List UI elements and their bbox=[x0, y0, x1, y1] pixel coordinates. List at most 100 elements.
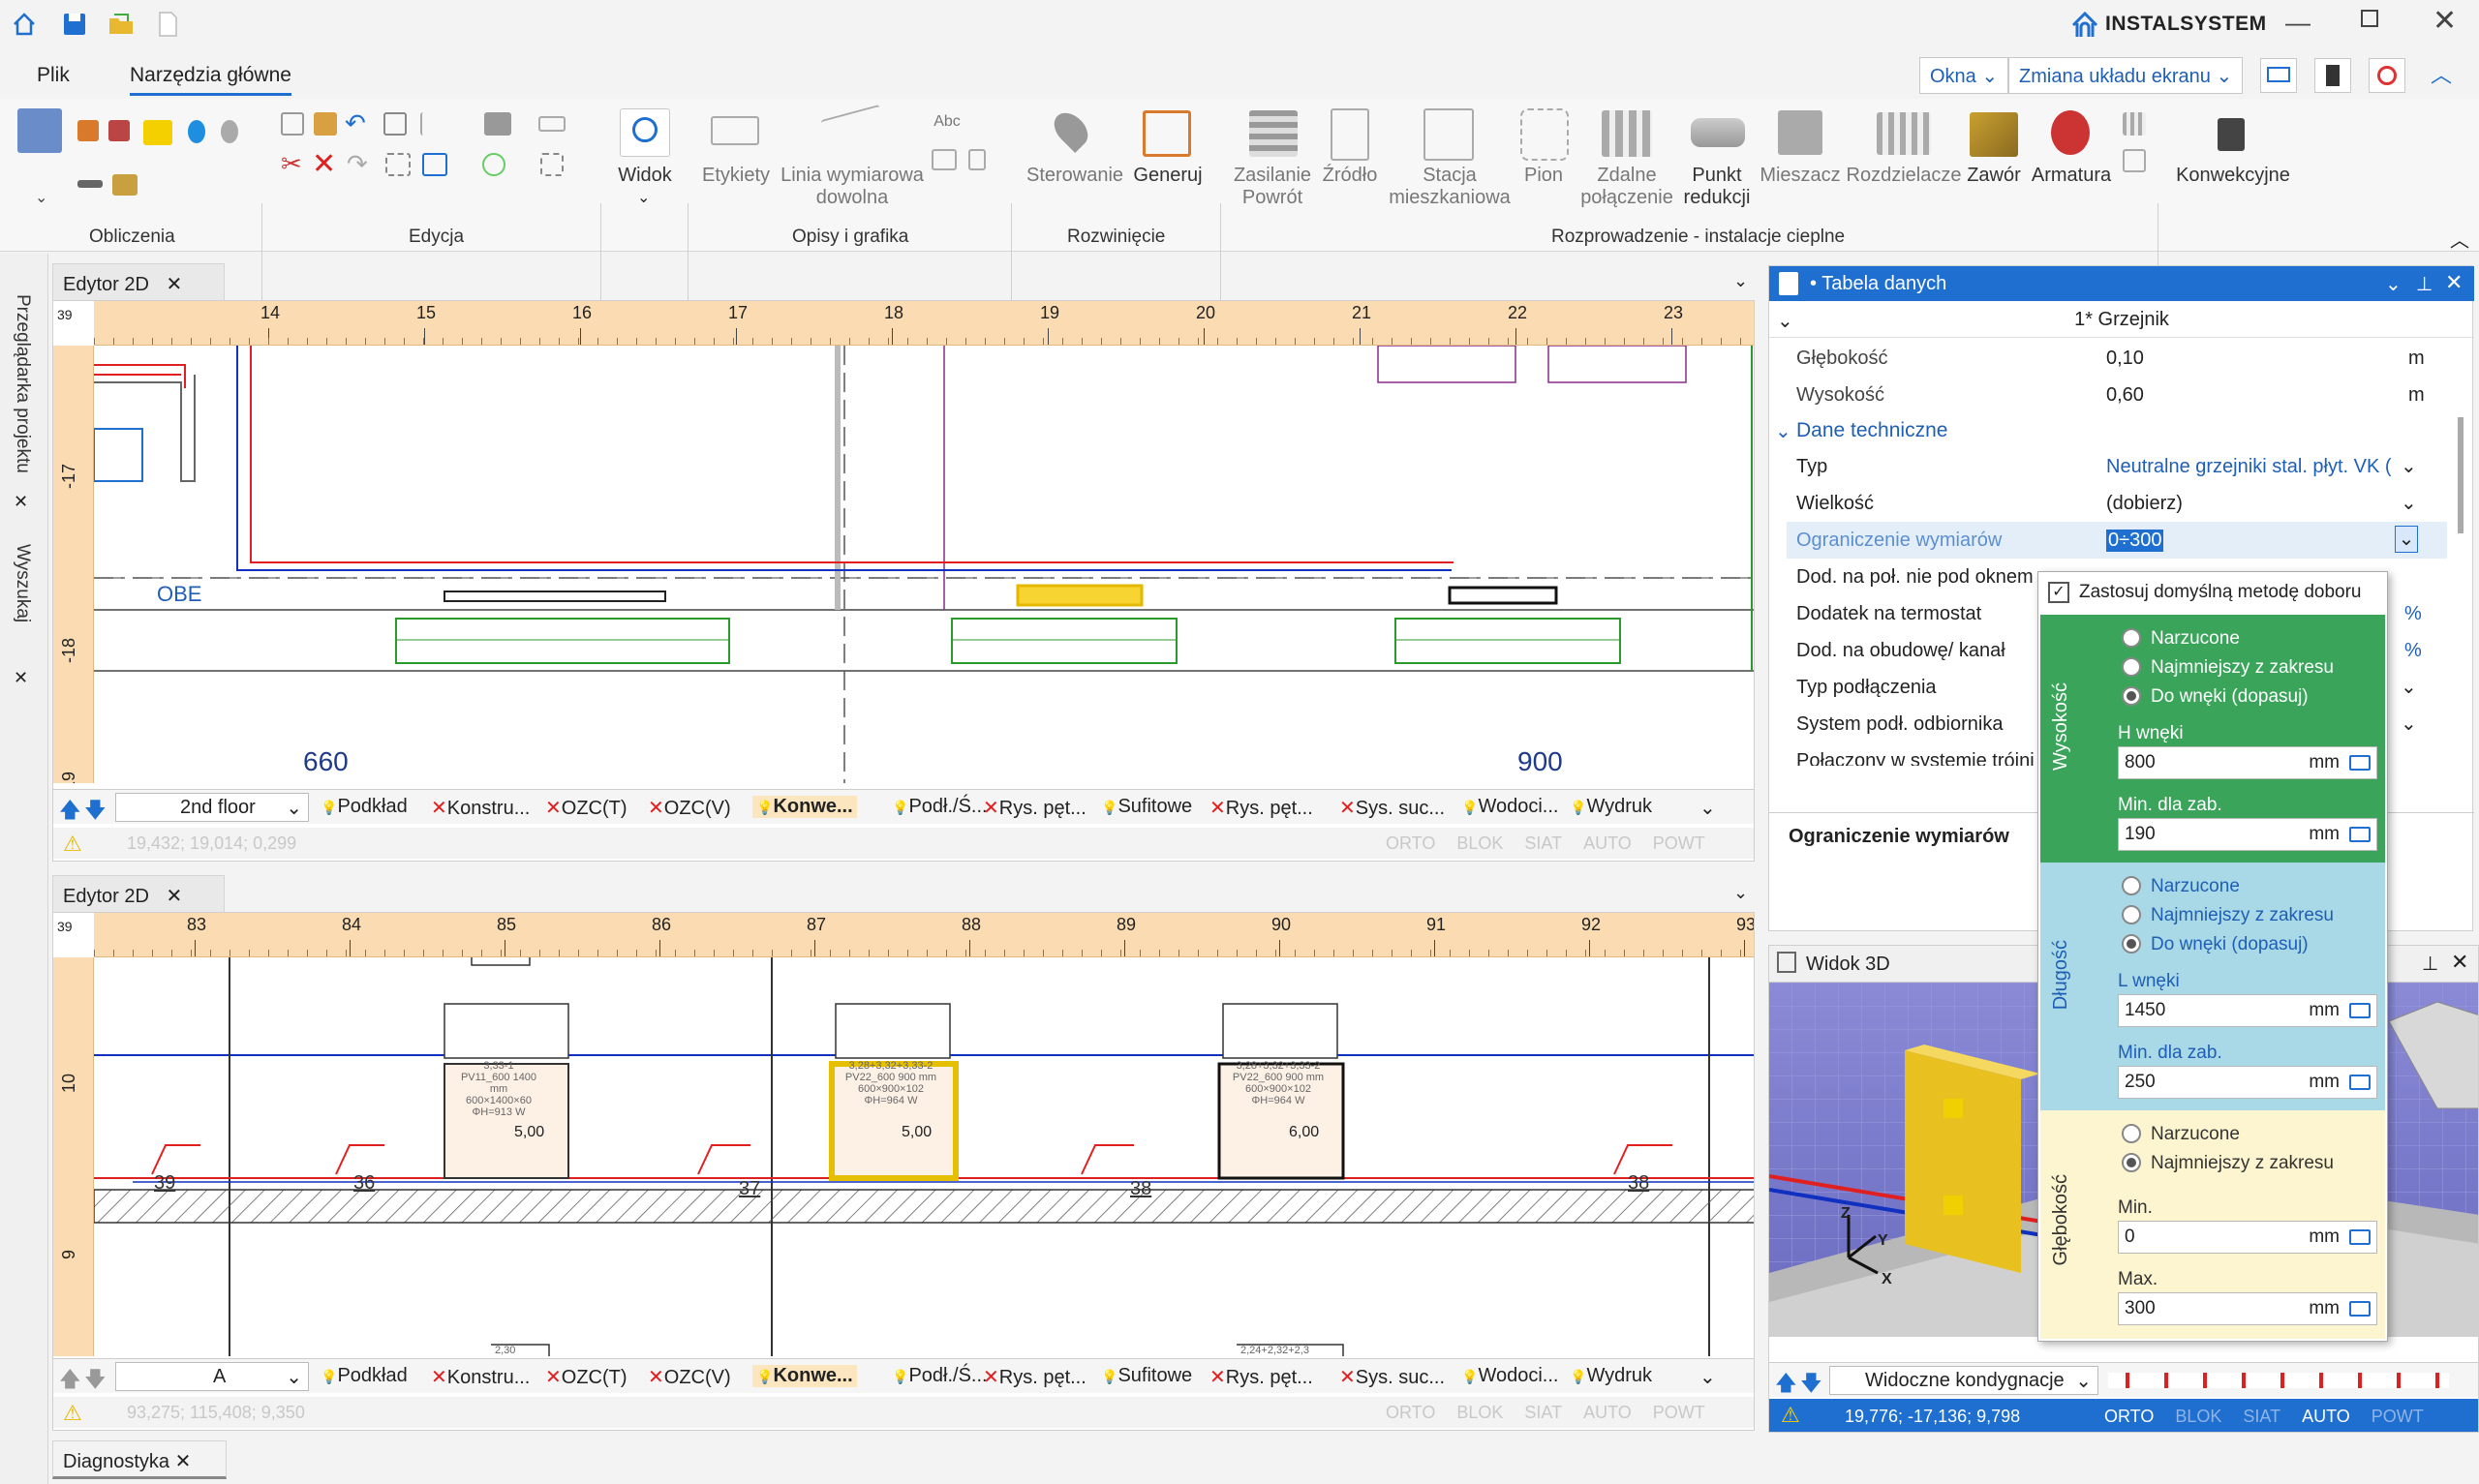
editor1-close-icon[interactable]: ✕ bbox=[167, 274, 183, 295]
house-icon[interactable] bbox=[108, 120, 130, 141]
stamp-icon[interactable] bbox=[484, 112, 511, 136]
convector-icon[interactable] bbox=[2218, 118, 2245, 151]
keyboard-icon[interactable] bbox=[2349, 1075, 2371, 1090]
monitor-icon[interactable] bbox=[2260, 58, 2297, 93]
mixer-icon[interactable] bbox=[1778, 110, 1822, 155]
home-icon[interactable] bbox=[10, 10, 39, 39]
floor-select[interactable]: A ⌄ bbox=[115, 1362, 309, 1391]
keyboard-icon[interactable] bbox=[2349, 1229, 2371, 1245]
layer-toggle[interactable]: ✕OZC(V) bbox=[648, 796, 731, 820]
layer-toggle[interactable]: 💡Podkład bbox=[321, 796, 408, 818]
length-opt-smallest[interactable]: Najmniejszy z zakresu bbox=[2122, 905, 2334, 926]
control-button[interactable]: Sterowanie bbox=[1026, 165, 1123, 187]
section-toggle-icon[interactable]: ⌄ bbox=[1775, 419, 1791, 443]
page-icon[interactable] bbox=[968, 149, 986, 170]
layer-toggle[interactable]: 💡Wodoci... bbox=[1461, 796, 1558, 818]
editor2-drawing[interactable] bbox=[94, 957, 1755, 1356]
generate-icon[interactable] bbox=[1143, 110, 1191, 157]
diagnostics-tab[interactable]: Diagnostyka ✕ bbox=[52, 1440, 227, 1479]
editor2-menu-icon[interactable]: ⌄ bbox=[1733, 883, 1748, 903]
panel-icon[interactable] bbox=[2314, 58, 2351, 93]
layer-toggle[interactable]: ✕Sys. suc... bbox=[1339, 1365, 1445, 1389]
length-opt-niche[interactable]: Do wnęki (dopasuj) bbox=[2122, 934, 2309, 955]
paste-icon[interactable] bbox=[314, 112, 337, 136]
toolbox-icon[interactable] bbox=[112, 174, 138, 196]
view3d-layer-strip[interactable] bbox=[2108, 1373, 2449, 1388]
menu-file[interactable]: Plik bbox=[37, 64, 70, 87]
status-flag[interactable]: BLOK bbox=[2175, 1407, 2221, 1426]
fittings-button[interactable]: Armatura bbox=[2030, 165, 2113, 187]
layer-toggle[interactable]: 💡Podł./Ś... bbox=[892, 796, 988, 818]
layer-toggle[interactable]: ✕OZC(T) bbox=[545, 796, 627, 820]
limits-dropdown-button[interactable]: ⌄ bbox=[2395, 526, 2418, 553]
size-dropdown-icon[interactable]: ⌄ bbox=[2401, 491, 2417, 515]
status-flag[interactable]: AUTO bbox=[2302, 1407, 2350, 1426]
labels-icon[interactable] bbox=[711, 116, 759, 145]
editor1-menu-icon[interactable]: ⌄ bbox=[1733, 271, 1748, 291]
height-niche-input[interactable]: 800 mm bbox=[2118, 746, 2377, 779]
undo-icon[interactable]: ↶ bbox=[345, 108, 366, 138]
building-icon[interactable] bbox=[77, 120, 99, 141]
status-flag[interactable]: SIAT bbox=[1524, 1403, 1562, 1422]
close-panel-icon[interactable]: ✕ bbox=[2445, 270, 2463, 295]
valve-icon[interactable] bbox=[1970, 112, 2018, 157]
warning-icon[interactable]: ⚠ bbox=[63, 1401, 82, 1426]
status-flag[interactable]: ORTO bbox=[1386, 833, 1435, 853]
layout-dropdown[interactable]: Zmiana układu ekranu ⌄ bbox=[2008, 57, 2244, 94]
layer-toggle[interactable]: 💡Sufitowe bbox=[1101, 1365, 1192, 1387]
status-flag[interactable]: SIAT bbox=[1524, 833, 1562, 853]
view3d-close-icon[interactable]: ✕ bbox=[2451, 950, 2468, 975]
length-opt-fixed[interactable]: Narzucone bbox=[2122, 876, 2240, 897]
view3d-warning-icon[interactable]: ⚠ bbox=[1781, 1403, 1800, 1428]
status-flag[interactable]: POWT bbox=[2372, 1407, 2424, 1426]
project-browser-tab[interactable]: Przeglądarka projektu bbox=[12, 294, 33, 473]
convector-button[interactable]: Konwekcyjne bbox=[2173, 165, 2293, 187]
new-file-icon[interactable] bbox=[153, 10, 182, 39]
editor1-canvas[interactable]: 14 15 16 17 18 19 20 21 22 23 -17 -18 19 39 OBE 660… bbox=[52, 300, 1755, 862]
mirror-icon[interactable] bbox=[420, 112, 444, 136]
free-line-button[interactable]: Linia wymiarowa dowolna bbox=[775, 165, 930, 209]
height-opt-smallest[interactable]: Najmniejszy z zakresu bbox=[2122, 657, 2334, 679]
layer-more-icon[interactable]: ⌄ bbox=[1699, 796, 1716, 820]
layer-toggle[interactable]: 💡Podkład bbox=[321, 1365, 408, 1387]
close-window-button[interactable]: ✕ bbox=[2433, 4, 2457, 38]
fittings-icon[interactable] bbox=[2051, 110, 2090, 155]
layer-more-icon[interactable]: ⌄ bbox=[1699, 1365, 1716, 1389]
small-manifold-icon[interactable] bbox=[2123, 112, 2146, 136]
layer-toggle[interactable]: ✕Rys. pęt... bbox=[1209, 796, 1313, 820]
view-button[interactable]: Widok bbox=[616, 165, 674, 187]
status-flag[interactable]: POWT bbox=[1653, 1403, 1705, 1422]
floor-select[interactable]: 2nd floor ⌄ bbox=[115, 793, 309, 822]
mixer-button[interactable]: Mieszacz bbox=[1759, 165, 1842, 187]
gray-drop-icon[interactable] bbox=[221, 120, 238, 143]
keyboard-icon[interactable] bbox=[2349, 755, 2371, 771]
small-box-icon[interactable] bbox=[2123, 149, 2146, 172]
length-min-input[interactable]: 250 mm bbox=[2118, 1066, 2377, 1099]
color-wheel-icon[interactable] bbox=[2369, 58, 2405, 93]
diagnostics-close-icon[interactable]: ✕ bbox=[175, 1451, 192, 1472]
status-flag[interactable]: AUTO bbox=[1583, 833, 1632, 853]
search-tab[interactable]: Wyszukaj bbox=[12, 544, 33, 622]
prop-size-value[interactable]: (dobierz) bbox=[2106, 493, 2183, 515]
abc-button[interactable]: Abc bbox=[928, 110, 966, 133]
select-icon[interactable] bbox=[422, 153, 447, 176]
supply-return-button[interactable]: Zasilanie Powrót bbox=[1226, 165, 1319, 209]
windows-dropdown[interactable]: Okna ⌄ bbox=[1919, 57, 2009, 94]
length-niche-input[interactable]: 1450 mm bbox=[2118, 994, 2377, 1027]
redo-icon[interactable]: ↷ bbox=[347, 149, 368, 179]
copy-icon[interactable] bbox=[281, 112, 304, 136]
view-dropdown-icon[interactable]: ⌄ bbox=[637, 188, 650, 207]
visible-floors-select[interactable]: Widoczne kondygnacje ⌄ bbox=[1829, 1366, 2098, 1395]
layer-down-icon[interactable]: 🡇 bbox=[84, 794, 107, 831]
height-opt-fixed[interactable]: Narzucone bbox=[2122, 628, 2240, 650]
status-flag[interactable]: SIAT bbox=[2243, 1407, 2280, 1426]
table-icon[interactable] bbox=[932, 149, 957, 170]
height-opt-niche[interactable]: Do wnęki (dopasuj) bbox=[2122, 686, 2309, 708]
keyboard-icon[interactable] bbox=[2349, 827, 2371, 842]
layer-toggle[interactable]: ✕Rys. pęt... bbox=[983, 1365, 1086, 1389]
reducer-button[interactable]: Punkt redukcji bbox=[1679, 165, 1755, 209]
free-line-icon[interactable] bbox=[821, 104, 879, 156]
depth-opt-fixed[interactable]: Narzucone bbox=[2122, 1124, 2240, 1145]
supply-return-icon[interactable] bbox=[1249, 110, 1298, 157]
remote-icon[interactable] bbox=[1602, 110, 1652, 157]
